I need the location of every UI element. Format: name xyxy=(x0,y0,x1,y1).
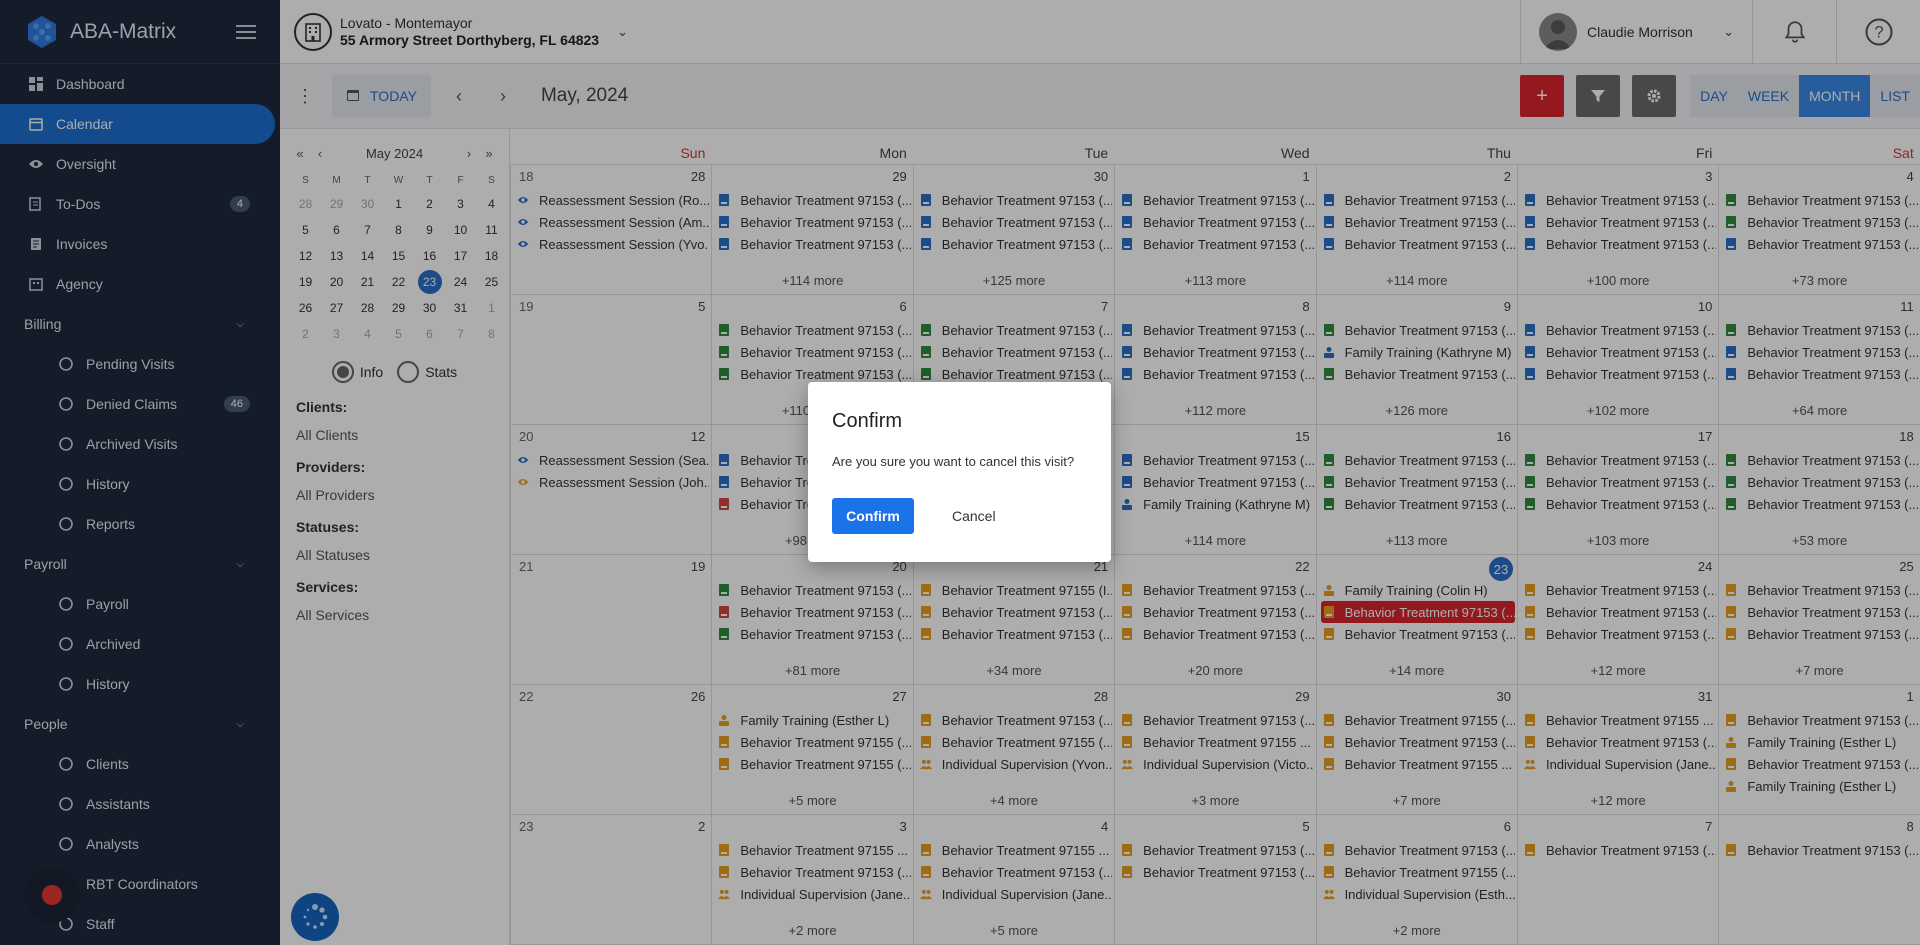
confirm-button[interactable]: Confirm xyxy=(832,498,914,534)
dialog-title: Confirm xyxy=(832,410,903,432)
confirm-dialog: Confirm Are you sure you want to cancel … xyxy=(808,382,1111,562)
dialog-message: Are you sure you want to cancel this vis… xyxy=(832,454,1075,469)
cancel-button[interactable]: Cancel xyxy=(944,500,1004,532)
